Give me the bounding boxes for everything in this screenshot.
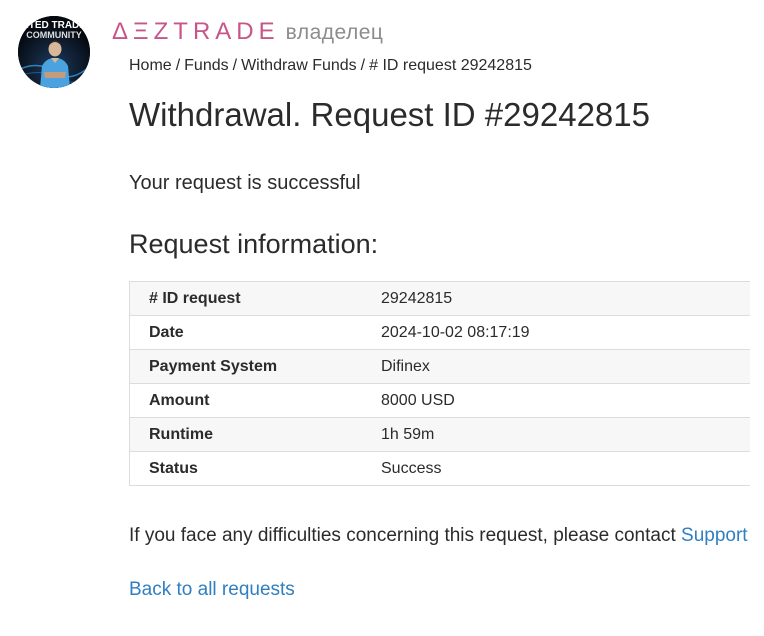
support-link[interactable]: Support: [681, 525, 748, 546]
row-label: Date: [129, 315, 362, 350]
breadcrumb-withdraw-funds[interactable]: Withdraw Funds: [241, 57, 357, 74]
success-message: Your request is successful: [129, 172, 361, 194]
breadcrumb-home[interactable]: Home: [129, 57, 172, 74]
breadcrumb-separator: /: [175, 57, 181, 74]
row-label: # ID request: [129, 281, 362, 316]
avatar-image: NITED TRADIN COMMUNITY: [18, 16, 90, 88]
breadcrumb-current: # ID request 29242815: [369, 57, 532, 74]
table-row: Payment System Difinex: [129, 349, 750, 384]
row-label: Amount: [129, 383, 362, 418]
contact-text: If you face any difficulties concerning …: [129, 525, 676, 546]
row-value: 2024-10-02 08:17:19: [362, 315, 750, 350]
row-value: 1h 59m: [362, 417, 750, 452]
table-row: Status Success: [129, 451, 750, 486]
row-label: Payment System: [129, 349, 362, 384]
table-row: Date 2024-10-02 08:17:19: [129, 315, 750, 350]
section-heading: Request information:: [129, 229, 379, 259]
page-title: Withdrawal. Request ID #29242815: [129, 96, 650, 133]
avatar-caption-line2: COMMUNITY: [26, 30, 82, 40]
breadcrumb-separator: /: [232, 57, 238, 74]
breadcrumb: Home / Funds / Withdraw Funds / # ID request 2…: [129, 57, 532, 75]
avatar[interactable]: NITED TRADIN COMMUNITY: [18, 16, 90, 88]
row-value: 29242815: [362, 281, 750, 316]
brand-logo[interactable]: ΔΞZTRADE: [112, 18, 280, 46]
brand-header: ΔΞZTRADE владелец: [112, 18, 383, 50]
user-role-label: владелец: [285, 21, 384, 44]
request-info-table: # ID request 29242815 Date 2024-10-02 08…: [129, 281, 750, 486]
row-label: Runtime: [129, 417, 362, 452]
breadcrumb-separator: /: [360, 57, 366, 74]
breadcrumb-funds[interactable]: Funds: [184, 57, 228, 74]
table-row: # ID request 29242815: [129, 281, 750, 316]
status-value: Success: [362, 451, 750, 486]
row-value: Difinex: [362, 349, 750, 384]
contact-support-text: If you face any difficulties concerning …: [129, 525, 748, 547]
row-value: 8000 USD: [362, 383, 750, 418]
table-row: Runtime 1h 59m: [129, 417, 750, 452]
row-label: Status: [129, 451, 362, 486]
back-to-requests-link[interactable]: Back to all requests: [129, 579, 295, 601]
table-row: Amount 8000 USD: [129, 383, 750, 418]
